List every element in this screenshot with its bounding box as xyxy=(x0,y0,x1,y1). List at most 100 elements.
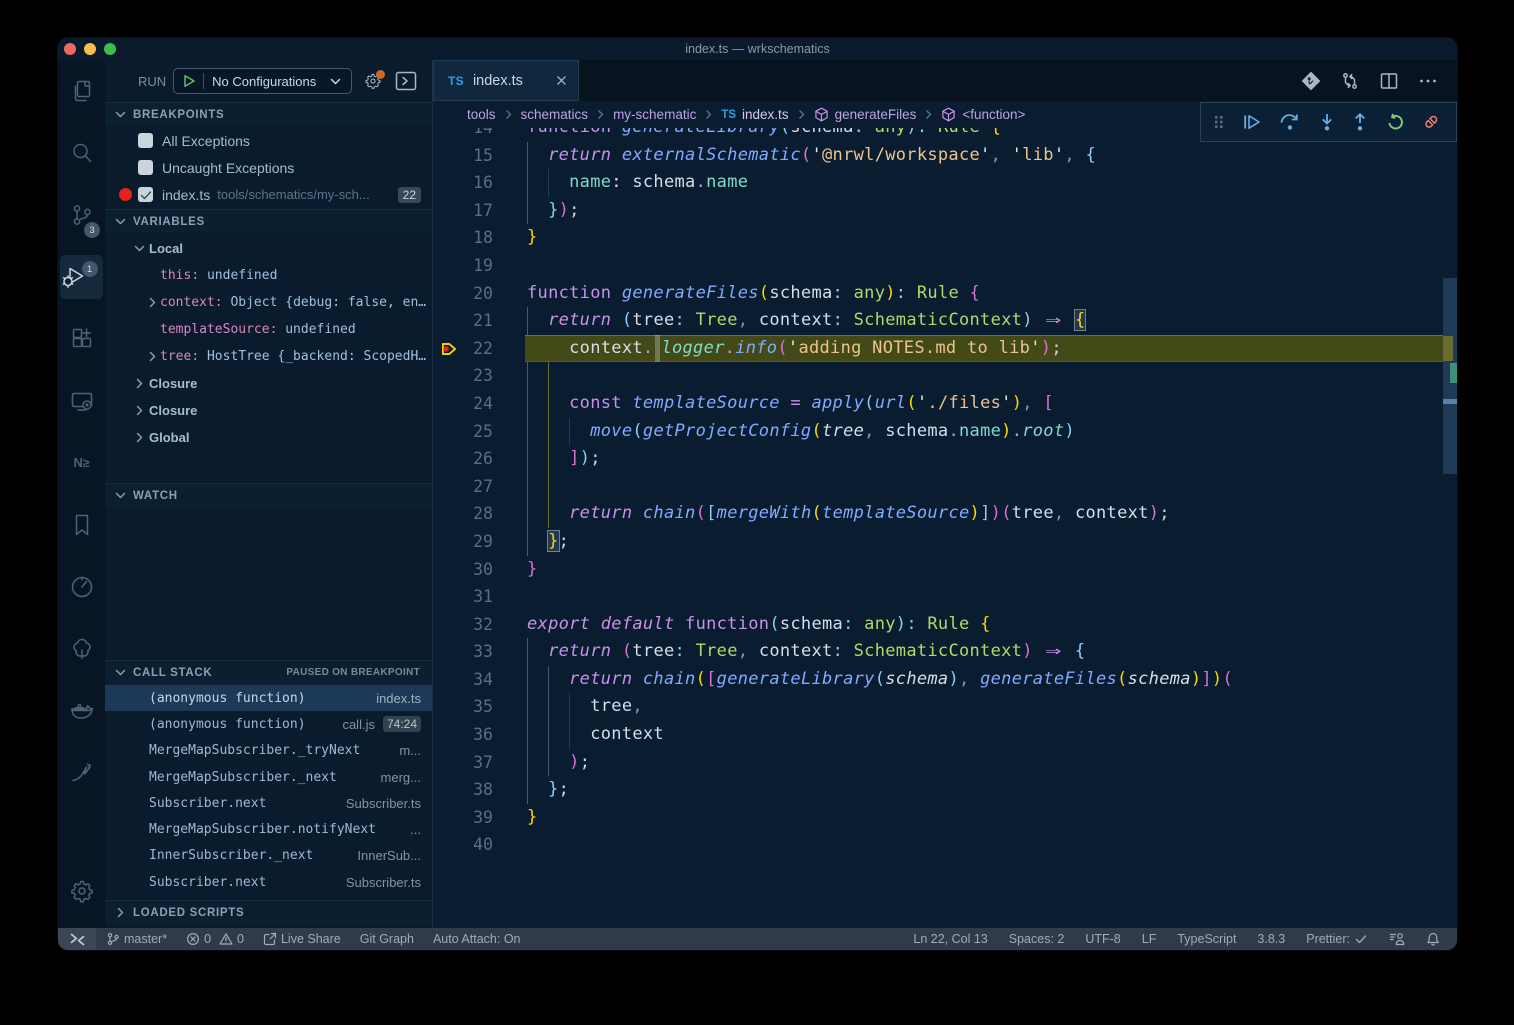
variables-scope-row[interactable]: Closure xyxy=(105,370,432,397)
breakpoint-checkbox[interactable] xyxy=(138,187,153,202)
more-actions-icon[interactable] xyxy=(1418,71,1438,91)
call-stack-frame[interactable]: Subscriber.nextSubscriber.ts xyxy=(105,790,432,816)
variable-row[interactable]: tree: HostTree {_backend: ScopedH… xyxy=(105,343,432,370)
line-number[interactable]: 30 xyxy=(433,556,525,584)
start-debug-icon[interactable] xyxy=(182,74,196,88)
remote-indicator[interactable] xyxy=(58,928,96,950)
line-number[interactable]: 29 xyxy=(433,528,525,556)
manage-settings-button[interactable] xyxy=(58,860,105,922)
activity-bar-item-tree-graph[interactable] xyxy=(58,618,105,680)
breakpoint-row[interactable]: All Exceptions xyxy=(105,127,432,154)
status-item[interactable]: Git Graph xyxy=(360,932,414,946)
line-number[interactable]: 16 xyxy=(433,169,525,197)
call-stack-frame[interactable]: Subscriber.nextSubscriber.ts xyxy=(105,869,432,895)
variables-scope-row[interactable]: Closure xyxy=(105,397,432,424)
chevron-down-icon[interactable] xyxy=(133,242,146,255)
line-number[interactable]: 32 xyxy=(433,611,525,639)
line-number[interactable]: 17 xyxy=(433,197,525,225)
line-number[interactable]: 25 xyxy=(433,418,525,446)
debug-step-out-button[interactable] xyxy=(1352,113,1368,131)
breadcrumb-item[interactable]: schematics xyxy=(521,107,589,122)
line-number[interactable]: 36 xyxy=(433,721,525,749)
activity-bar-item-gauge[interactable] xyxy=(58,556,105,618)
line-number[interactable]: 21 xyxy=(433,307,525,335)
close-tab-icon[interactable] xyxy=(554,73,569,88)
activity-bar-item-source-control[interactable]: 3 xyxy=(58,184,105,246)
status-item[interactable] xyxy=(1426,932,1440,946)
chevron-right-icon[interactable] xyxy=(146,350,159,363)
activity-bar-item-sketch[interactable] xyxy=(58,742,105,804)
breadcrumb-item[interactable]: <function> xyxy=(941,107,1025,122)
line-number[interactable]: 27 xyxy=(433,473,525,501)
debug-continue-button[interactable] xyxy=(1242,113,1262,131)
debug-settings-button[interactable] xyxy=(364,72,382,90)
activity-bar-item-nx-console[interactable]: N≥ xyxy=(58,432,105,494)
breakpoint-row[interactable]: index.tstools/schematics/my-sch...22 xyxy=(105,181,432,208)
activity-bar-item-extensions[interactable] xyxy=(58,308,105,370)
variable-row[interactable]: this: undefined xyxy=(105,262,432,289)
line-number[interactable]: 40 xyxy=(433,831,525,859)
line-number[interactable]: 19 xyxy=(433,252,525,280)
line-number[interactable]: 15 xyxy=(433,142,525,170)
call-stack-frame[interactable]: (anonymous function)index.ts xyxy=(105,685,432,711)
debug-step-over-button[interactable] xyxy=(1279,113,1301,131)
watch-section-header[interactable]: WATCH xyxy=(105,483,432,507)
line-number[interactable]: 28 xyxy=(433,500,525,528)
breadcrumb-item[interactable]: TSindex.ts xyxy=(721,107,788,122)
call-stack-frame[interactable]: MergeMapSubscriber.notifyNext... xyxy=(105,816,432,842)
debug-breakpoint-arrow-icon[interactable] xyxy=(441,341,457,357)
status-item[interactable]: UTF-8 xyxy=(1085,932,1120,946)
variables-scope-row[interactable]: Global xyxy=(105,424,432,451)
debug-console-button[interactable] xyxy=(395,71,417,91)
code-area[interactable]: 14function generateLibrary(schema: any):… xyxy=(433,128,1443,859)
chevron-right-icon[interactable] xyxy=(133,404,146,417)
status-item[interactable]: master* xyxy=(106,932,167,946)
split-editor-icon[interactable] xyxy=(1379,71,1399,91)
status-item[interactable]: 00 xyxy=(186,932,244,946)
line-number[interactable]: 18 xyxy=(433,224,525,252)
line-number[interactable]: 20 xyxy=(433,280,525,308)
status-item[interactable]: Ln 22, Col 13 xyxy=(913,932,987,946)
status-item[interactable]: 3.8.3 xyxy=(1257,932,1285,946)
line-number[interactable]: 35 xyxy=(433,693,525,721)
activity-bar-item-files[interactable] xyxy=(58,60,105,122)
status-item[interactable]: Prettier: xyxy=(1306,932,1368,946)
call-stack-frame[interactable]: MergeMapSubscriber._tryNextm... xyxy=(105,738,432,764)
activity-bar-item-bookmarks[interactable] xyxy=(58,494,105,556)
line-number[interactable]: 14 xyxy=(433,128,525,142)
debug-step-into-button[interactable] xyxy=(1319,113,1335,131)
chevron-right-icon[interactable] xyxy=(133,377,146,390)
minimize-window-button[interactable] xyxy=(84,43,96,55)
line-number[interactable]: 39 xyxy=(433,804,525,832)
loaded-scripts-section-header[interactable]: LOADED SCRIPTS xyxy=(105,900,432,924)
call-stack-section-header[interactable]: CALL STACK PAUSED ON BREAKPOINT xyxy=(105,660,432,684)
line-number[interactable]: 37 xyxy=(433,749,525,777)
call-stack-frame[interactable]: InnerSubscriber._nextInnerSub... xyxy=(105,843,432,869)
line-number[interactable]: 38 xyxy=(433,776,525,804)
variables-scope-row[interactable]: Local xyxy=(105,235,432,262)
line-number[interactable]: 26 xyxy=(433,445,525,473)
close-window-button[interactable] xyxy=(64,43,76,55)
gitlens-compare-icon[interactable] xyxy=(1301,71,1321,91)
tab-index-ts[interactable]: TS index.ts xyxy=(433,60,579,101)
debug-disconnect-button[interactable] xyxy=(1422,113,1441,131)
line-number[interactable]: 24 xyxy=(433,390,525,418)
status-item[interactable]: TypeScript xyxy=(1177,932,1236,946)
call-stack-frame[interactable]: (anonymous function)call.js74:24 xyxy=(105,711,432,737)
breadcrumb-item[interactable]: my-schematic xyxy=(613,107,696,122)
line-number[interactable]: 23 xyxy=(433,362,525,390)
debug-configuration-dropdown[interactable]: No Configurations xyxy=(173,68,352,94)
status-item[interactable]: LF xyxy=(1142,932,1157,946)
chevron-right-icon[interactable] xyxy=(133,431,146,444)
line-number[interactable]: 31 xyxy=(433,583,525,611)
breakpoint-row[interactable]: Uncaught Exceptions xyxy=(105,154,432,181)
status-item[interactable] xyxy=(1389,932,1405,946)
open-changes-icon[interactable] xyxy=(1340,71,1360,91)
activity-bar-item-remote-explorer[interactable] xyxy=(58,370,105,432)
call-stack-frame[interactable]: MergeMapSubscriber._nextmerg... xyxy=(105,764,432,790)
status-item[interactable]: Spaces: 2 xyxy=(1009,932,1065,946)
status-item[interactable]: Auto Attach: On xyxy=(433,932,521,946)
activity-bar-item-docker[interactable] xyxy=(58,680,105,742)
breakpoint-checkbox[interactable] xyxy=(138,133,153,148)
activity-bar-item-search[interactable] xyxy=(58,122,105,184)
